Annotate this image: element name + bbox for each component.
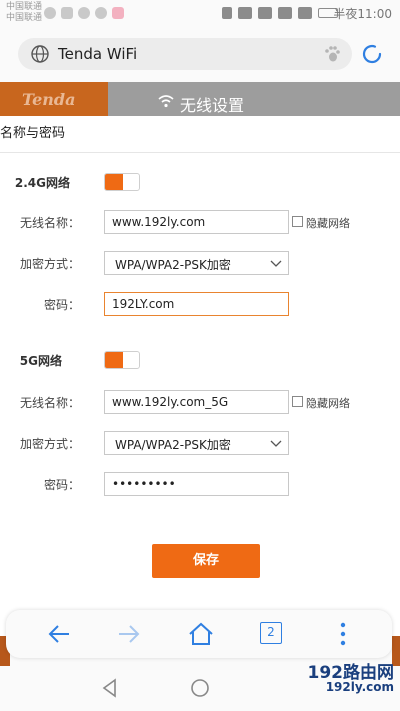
address-bar[interactable]: Tenda WiFi bbox=[18, 38, 352, 70]
nav-back-icon[interactable] bbox=[100, 678, 120, 698]
nav-home-icon[interactable] bbox=[190, 678, 210, 698]
security-select-24g[interactable]: WPA/WPA2-PSK加密 bbox=[104, 251, 289, 275]
browser-toolbar: 2 bbox=[6, 610, 392, 658]
signal-icon bbox=[298, 7, 312, 19]
hide-network-label-24g: 隐藏网络 bbox=[306, 217, 350, 230]
page-header: Tenda 无线设置 bbox=[0, 82, 400, 116]
wechat-icon bbox=[78, 7, 90, 19]
page-title: 无线设置 bbox=[180, 96, 245, 115]
carrier-1: 中国联通 bbox=[6, 2, 43, 12]
tabs-button[interactable]: 2 bbox=[260, 622, 282, 644]
security-label-24g: 加密方式： bbox=[19, 257, 80, 271]
reload-icon[interactable] bbox=[358, 40, 386, 68]
security-value-5g: WPA/WPA2-PSK加密 bbox=[115, 438, 231, 452]
section-label-24g: 2.4G网络 bbox=[14, 176, 70, 190]
heart-icon bbox=[44, 7, 56, 19]
logo-text: Tenda bbox=[22, 90, 76, 109]
password-input-5g[interactable]: ••••••••• bbox=[104, 472, 289, 496]
system-icons bbox=[222, 7, 338, 19]
ssid-label-24g: 无线名称： bbox=[19, 216, 80, 230]
home-icon[interactable] bbox=[188, 622, 214, 646]
status-bar: 中国联通 中国联通 半夜11:00 bbox=[0, 0, 400, 28]
forward-arrow-icon[interactable] bbox=[116, 622, 142, 646]
clock: 半夜11:00 bbox=[333, 7, 392, 21]
ssid-input-5g[interactable]: www.192ly.com_5G bbox=[104, 390, 289, 414]
wireless-settings-panel: 名称与密码 2.4G网络 无线名称： www.192ly.com 隐藏网络 加密… bbox=[0, 116, 400, 636]
hide-network-checkbox-24g[interactable] bbox=[292, 216, 303, 227]
chevron-down-icon bbox=[270, 260, 282, 267]
carrier-labels: 中国联通 中国联通 bbox=[6, 2, 42, 24]
back-arrow-icon[interactable] bbox=[46, 622, 72, 646]
more-menu-icon[interactable] bbox=[340, 622, 346, 646]
password-input-24g[interactable]: 192LY.com bbox=[104, 292, 289, 316]
app-icon bbox=[112, 7, 124, 19]
toggle-knob bbox=[105, 352, 123, 368]
paw-icon[interactable] bbox=[322, 44, 342, 64]
signal-icon bbox=[278, 7, 292, 19]
toggle-5g[interactable] bbox=[104, 351, 140, 369]
logo: Tenda bbox=[0, 82, 108, 116]
wifi-icon bbox=[258, 7, 272, 19]
url-text[interactable]: Tenda WiFi bbox=[58, 45, 137, 63]
password-label-24g: 密码： bbox=[43, 298, 80, 312]
ssid-label-5g: 无线名称： bbox=[19, 396, 80, 410]
eye-icon bbox=[238, 7, 252, 19]
ssid-input-24g[interactable]: www.192ly.com bbox=[104, 210, 289, 234]
globe-icon bbox=[31, 45, 49, 63]
panel-title: 名称与密码 bbox=[0, 126, 66, 141]
save-button[interactable]: 保存 bbox=[152, 544, 260, 578]
password-label-5g: 密码： bbox=[43, 478, 80, 492]
hide-network-label-5g: 隐藏网络 bbox=[306, 397, 350, 410]
wifi-icon bbox=[158, 95, 174, 108]
bluetooth-icon bbox=[222, 7, 232, 19]
app-icon bbox=[95, 7, 107, 19]
section-label-5g: 5G网络 bbox=[19, 354, 62, 368]
toggle-24g[interactable] bbox=[104, 173, 140, 191]
chevron-down-icon bbox=[270, 440, 282, 447]
toggle-knob bbox=[105, 174, 123, 190]
watermark-url: 192ly.com bbox=[325, 680, 394, 694]
hide-network-checkbox-5g[interactable] bbox=[292, 396, 303, 407]
divider bbox=[0, 152, 400, 153]
notification-icons bbox=[44, 7, 124, 19]
app-icon bbox=[61, 7, 73, 19]
carrier-2: 中国联通 bbox=[6, 13, 43, 23]
security-select-5g[interactable]: WPA/WPA2-PSK加密 bbox=[104, 431, 289, 455]
security-label-5g: 加密方式： bbox=[19, 437, 80, 451]
watermark: 192路由网 192ly.com bbox=[282, 656, 400, 696]
security-value-24g: WPA/WPA2-PSK加密 bbox=[115, 258, 231, 272]
